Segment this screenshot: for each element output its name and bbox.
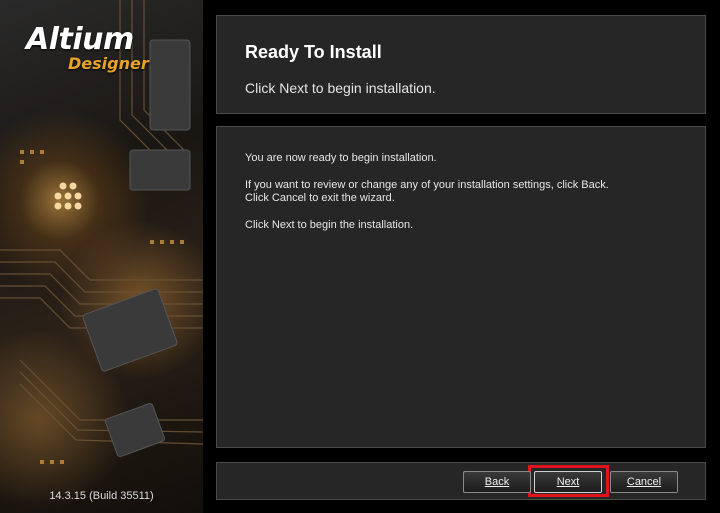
circuit-board-graphic <box>0 0 203 464</box>
next-button[interactable]: Next <box>534 471 602 493</box>
page-title: Ready To Install <box>245 42 382 62</box>
body-text-ready: You are now ready to begin installation. <box>245 152 437 164</box>
body-text-cancel-info: Click Cancel to exit the wizard. <box>245 192 395 204</box>
body-text-back-info: If you want to review or change any of y… <box>245 179 609 191</box>
altium-logo-text: Altium <box>26 22 134 57</box>
wizard-body-panel: You are now ready to begin installation.… <box>216 126 706 448</box>
body-text-next-info: Click Next to begin the installation. <box>245 219 414 231</box>
wizard-footer-panel: Back Next Cancel <box>216 462 706 500</box>
designer-logo-text: Designer <box>68 54 149 73</box>
wizard-header-panel: Ready To Install Click Next to begin ins… <box>216 15 706 114</box>
version-label: 14.3.15 (Build 35511) <box>49 490 154 502</box>
cancel-button[interactable]: Cancel <box>610 471 678 493</box>
side-artwork-panel: Altium Designer 14.3.15 (Build 35511) <box>0 0 203 513</box>
back-button[interactable]: Back <box>463 471 531 493</box>
page-subtitle: Click Next to begin installation. <box>245 80 436 96</box>
